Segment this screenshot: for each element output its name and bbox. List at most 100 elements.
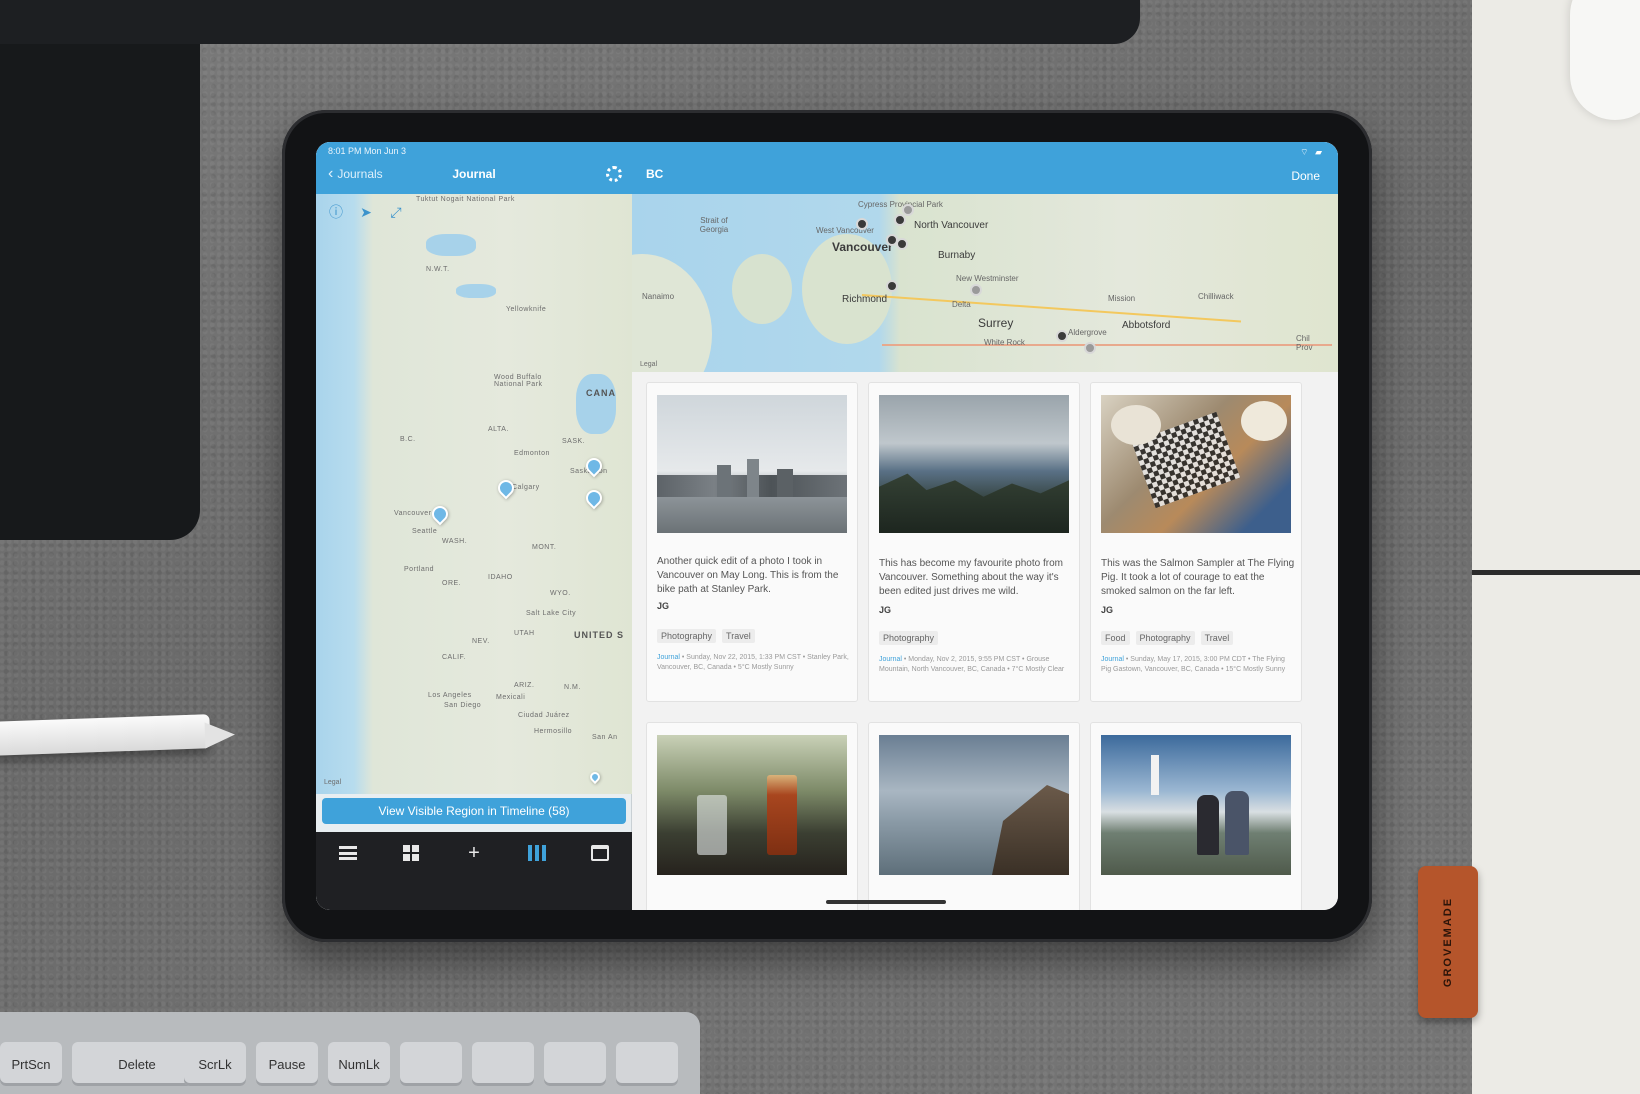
view-region-timeline-button[interactable]: View Visible Region in Timeline (58) (322, 798, 626, 824)
done-button[interactable]: Done (1291, 169, 1320, 183)
entry-card[interactable] (1090, 722, 1302, 910)
map-label: Cypress Provincial Park (858, 200, 943, 209)
ipad-screen: 8:01 PM Mon Jun 3 ‹ Journals Journal ⓘ ➤… (316, 142, 1338, 910)
key-blank-3[interactable] (544, 1042, 606, 1086)
status-icons: ⌔ ▰ (1300, 147, 1324, 157)
map-label: Nanaimo (642, 292, 675, 301)
vancouver-island (632, 254, 712, 372)
key-scrlk[interactable]: ScrLk (184, 1042, 246, 1086)
tag[interactable]: Photography (879, 631, 939, 645)
entry-text: This has become my favourite photo from … (879, 558, 1063, 597)
gear-icon[interactable] (606, 166, 622, 182)
map-label: NEV. (472, 638, 490, 645)
map-pin-calgary[interactable] (494, 476, 518, 500)
map-pin-location[interactable] (587, 769, 603, 785)
entry-tags: Photography (879, 631, 939, 645)
map-label: ARIZ. (514, 682, 535, 689)
entry-author: JG (1101, 605, 1114, 615)
map-pin[interactable] (1056, 330, 1068, 342)
north-america-map[interactable]: ⓘ ➤ ⤢ Tuktut Nogait National Park N.W.T.… (316, 194, 632, 794)
entry-tags: Photography Travel (657, 629, 755, 643)
map-label: MONT. (532, 544, 557, 551)
map-label: Vancouver (832, 240, 893, 254)
apple-pencil-tip (204, 721, 236, 749)
grid-icon (402, 845, 419, 861)
location-arrow-icon[interactable]: ➤ (358, 204, 374, 220)
map-label: UNITED S (574, 630, 625, 640)
info-icon[interactable]: ⓘ (328, 204, 344, 220)
key-lock[interactable] (616, 1042, 678, 1086)
entry-meta: Journal • Sunday, Nov 22, 2015, 1:33 PM … (657, 654, 849, 671)
map-pin[interactable] (894, 214, 906, 226)
region-title: BC (646, 167, 664, 181)
map-pin[interactable] (886, 280, 898, 292)
home-indicator (826, 900, 946, 904)
entry-text: Another quick edit of a photo I took in … (657, 556, 839, 595)
map-sidebar: 8:01 PM Mon Jun 3 ‹ Journals Journal ⓘ ➤… (316, 142, 632, 910)
status-time: 8:01 PM Mon Jun 3 (328, 146, 407, 156)
tab-add[interactable]: + (454, 840, 494, 866)
key-blank-2[interactable] (472, 1042, 534, 1086)
map-label: Abbotsford (1122, 320, 1171, 331)
entry-photo-lighthouse (1101, 735, 1291, 875)
entry-card[interactable] (868, 722, 1080, 910)
key-blank-1[interactable] (400, 1042, 462, 1086)
entry-meta: Journal • Monday, Nov 2, 2015, 9:55 PM C… (879, 656, 1065, 673)
map-pin[interactable] (902, 204, 914, 216)
entry-photo-coast (879, 735, 1069, 875)
map-pin-vancouver[interactable] (428, 502, 452, 526)
map-label: Tuktut Nogait National Park (416, 196, 515, 203)
map-pin[interactable] (896, 238, 908, 250)
tag[interactable]: Photography (1135, 631, 1195, 645)
entry-card[interactable] (646, 722, 858, 910)
tab-grid[interactable] (391, 840, 431, 866)
key-prtscn[interactable]: PrtScn (0, 1042, 62, 1086)
map-pin[interactable] (970, 284, 982, 296)
key-pause[interactable]: Pause (256, 1042, 318, 1086)
entry-author: JG (879, 605, 892, 615)
entry-meta: Journal • Sunday, May 17, 2015, 3:00 PM … (1101, 656, 1286, 673)
great-slave-lake (456, 284, 496, 298)
map-label: Seattle (412, 528, 438, 535)
map-label: N.M. (564, 684, 581, 691)
map-label: Los Angeles (428, 692, 472, 699)
white-desk-surface (1472, 0, 1640, 1094)
map-pin-regina[interactable] (582, 486, 606, 510)
map-pin[interactable] (856, 218, 868, 230)
map-label: Hermosillo (534, 728, 573, 735)
entry-card[interactable]: This was the Salmon Sampler at The Flyin… (1090, 382, 1302, 702)
map-label: Mexicali (496, 694, 526, 701)
map-legal-link[interactable]: Legal (640, 361, 657, 368)
entry-text: This was the Salmon Sampler at The Flyin… (1101, 558, 1295, 597)
map-label: Wood Buffalo National Park (494, 374, 543, 388)
tab-map[interactable] (517, 840, 557, 866)
right-navigation-bar: ⌔ ▰ BC Done (632, 142, 1338, 194)
key-numlk[interactable]: NumLk (328, 1042, 390, 1086)
map-icon (528, 845, 547, 861)
entry-photo-grouse-mountain (879, 395, 1069, 533)
entry-card[interactable]: This has become my favourite photo from … (868, 382, 1080, 702)
border-line (882, 344, 1332, 346)
map-legal-link[interactable]: Legal (324, 779, 341, 786)
map-label: WYO. (550, 590, 571, 597)
map-label: Strait of Georgia (699, 216, 729, 234)
map-label: Salt Lake City (526, 610, 577, 617)
monitor-stand (0, 0, 1140, 44)
map-label: Ciudad Juárez (518, 712, 570, 719)
tab-list[interactable] (328, 840, 368, 866)
tag[interactable]: Travel (1200, 631, 1234, 645)
tag[interactable]: Travel (722, 629, 755, 643)
key-delete[interactable]: Delete (72, 1042, 202, 1086)
tab-calendar[interactable] (580, 840, 620, 866)
tag[interactable]: Photography (657, 629, 717, 643)
map-pin[interactable] (1084, 342, 1096, 354)
journal-title: Journal (452, 167, 496, 181)
entry-tags: Food Photography Travel (1101, 631, 1234, 645)
vancouver-region-map[interactable]: Strait of Georgia Cypress Provincial Par… (632, 194, 1338, 372)
expand-icon[interactable]: ⤢ (388, 204, 404, 220)
tag[interactable]: Food (1101, 631, 1130, 645)
map-label: ALTA. (488, 426, 509, 433)
list-icon (338, 846, 357, 860)
gulf-island (732, 254, 792, 324)
entry-card[interactable]: Another quick edit of a photo I took in … (646, 382, 858, 702)
